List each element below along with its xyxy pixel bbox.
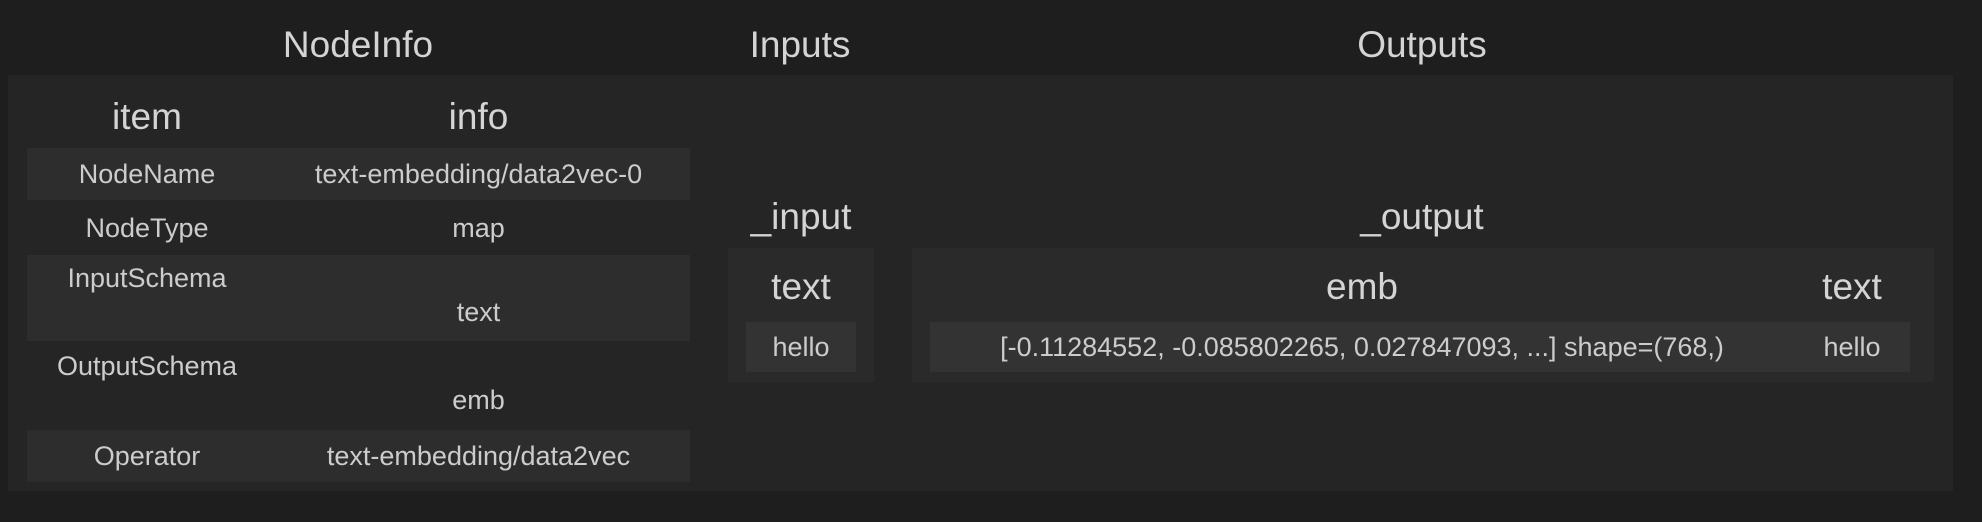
input-col-text-header: text bbox=[771, 266, 831, 307]
input-table: text hello bbox=[728, 248, 874, 382]
table-row: hello bbox=[746, 322, 856, 372]
row-item-label: NodeType bbox=[85, 213, 209, 243]
table-row-nodename: NodeName text-embedding/data2vec-0 bbox=[27, 148, 690, 200]
outputs-title: Outputs bbox=[1357, 24, 1487, 65]
nodeinfo-title: NodeInfo bbox=[282, 24, 434, 65]
table-row-outputschema: OutputSchema emb bbox=[27, 343, 690, 427]
output-col-emb-header: emb bbox=[1326, 266, 1398, 307]
table-row-inputschema: InputSchema text bbox=[27, 255, 690, 341]
row-item-label: NodeName bbox=[78, 159, 216, 189]
output-table: emb text [-0.11284552, -0.085802265, 0.0… bbox=[912, 248, 1934, 382]
input-text-value: hello bbox=[772, 332, 830, 362]
table-row-operator: Operator text-embedding/data2vec bbox=[27, 430, 690, 482]
table-row: [-0.11284552, -0.085802265, 0.027847093,… bbox=[930, 322, 1910, 372]
output-text-value: hello bbox=[1823, 332, 1881, 362]
node-info-display: NodeInfo Inputs Outputs item info NodeNa… bbox=[0, 0, 1982, 522]
row-item-label: OutputSchema bbox=[56, 351, 238, 381]
table-row-nodetype: NodeType map bbox=[27, 203, 690, 253]
header-item: item bbox=[112, 96, 182, 137]
row-info-value: emb bbox=[452, 385, 505, 415]
header-info: info bbox=[448, 96, 509, 137]
row-info-value: map bbox=[452, 213, 505, 243]
output-emb-value: [-0.11284552, -0.085802265, 0.027847093,… bbox=[1000, 332, 1724, 362]
row-info-value: text bbox=[456, 297, 501, 327]
input-name: _input bbox=[750, 196, 852, 237]
output-name: _output bbox=[1360, 196, 1484, 237]
inputs-title: Inputs bbox=[749, 24, 851, 65]
output-col-text-header: text bbox=[1822, 266, 1882, 307]
row-item-label: InputSchema bbox=[67, 263, 227, 293]
row-item-label: Operator bbox=[93, 441, 201, 471]
row-info-value: text-embedding/data2vec bbox=[326, 441, 631, 471]
row-info-value: text-embedding/data2vec-0 bbox=[314, 159, 643, 189]
